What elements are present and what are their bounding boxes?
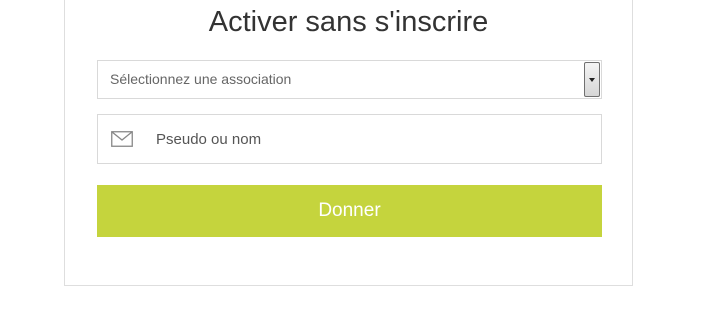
association-select-value: Sélectionnez une association [110,71,292,87]
name-input[interactable] [156,115,586,163]
donation-card: Activer sans s'inscrire Sélectionnez une… [64,0,633,286]
envelope-icon [111,131,133,147]
donate-button[interactable]: Donner [97,185,602,237]
name-field-container [97,114,602,164]
association-select[interactable]: Sélectionnez une association [97,60,602,99]
form-title: Activer sans s'inscrire [208,6,489,38]
chevron-down-icon[interactable] [584,62,600,97]
